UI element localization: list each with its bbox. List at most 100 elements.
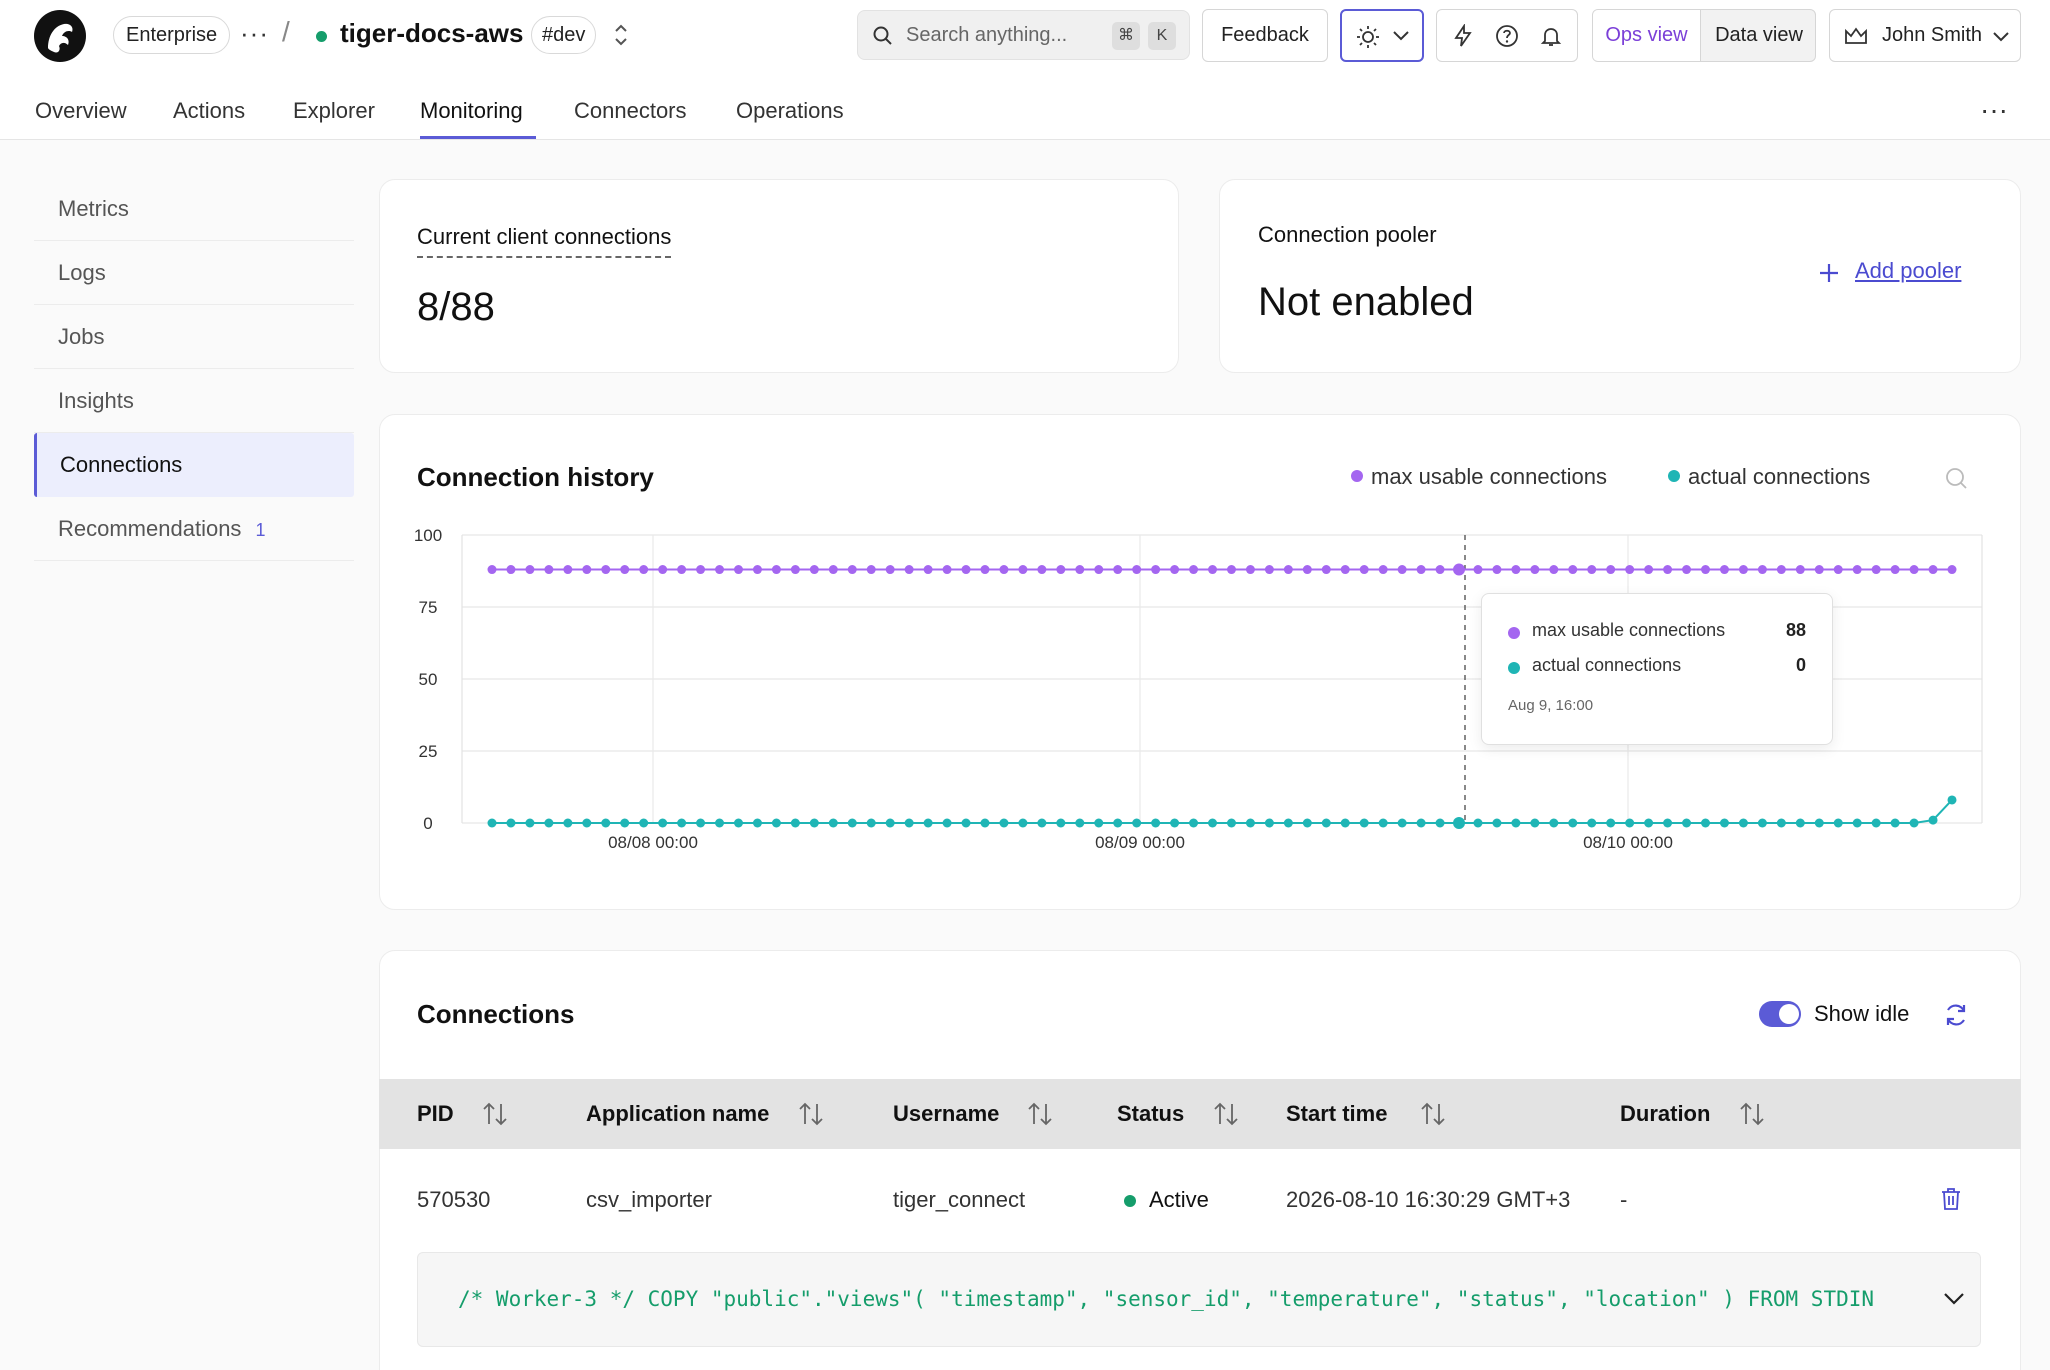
sidebar-item-jobs[interactable]: Jobs — [34, 305, 354, 369]
data-point[interactable] — [1909, 818, 1919, 828]
refresh-icon[interactable] — [1942, 1001, 1970, 1029]
data-point[interactable] — [942, 818, 952, 828]
data-point[interactable] — [1644, 565, 1654, 575]
sort-icon[interactable] — [1211, 1100, 1241, 1128]
data-point[interactable] — [1378, 818, 1388, 828]
data-point[interactable] — [1852, 565, 1862, 575]
search-input[interactable]: Search anything... ⌘ K — [857, 10, 1190, 60]
sidebar-item-logs[interactable]: Logs — [34, 241, 354, 305]
data-point[interactable] — [923, 818, 933, 828]
tab-operations[interactable]: Operations — [736, 98, 844, 124]
tab-connectors[interactable]: Connectors — [574, 98, 687, 124]
data-point[interactable] — [1814, 818, 1824, 828]
more-options-icon[interactable]: ··· — [1980, 94, 2008, 126]
data-point[interactable] — [771, 565, 781, 575]
data-point[interactable] — [506, 565, 516, 575]
data-point[interactable] — [487, 565, 497, 575]
data-point[interactable] — [1738, 565, 1748, 575]
data-point[interactable] — [620, 818, 630, 828]
data-point[interactable] — [847, 818, 857, 828]
data-point[interactable] — [999, 565, 1009, 575]
data-point[interactable] — [1492, 818, 1502, 828]
lightning-icon[interactable] — [1451, 24, 1475, 48]
data-point[interactable] — [1226, 818, 1236, 828]
data-point[interactable] — [1453, 563, 1466, 576]
data-point[interactable] — [1113, 565, 1123, 575]
sort-icon[interactable] — [796, 1100, 826, 1128]
column-header-status[interactable]: Status — [1117, 1101, 1184, 1127]
data-point[interactable] — [1606, 565, 1616, 575]
data-point[interactable] — [980, 818, 990, 828]
data-point[interactable] — [1701, 565, 1711, 575]
column-header-duration[interactable]: Duration — [1620, 1101, 1710, 1127]
data-point[interactable] — [1113, 818, 1123, 828]
data-point[interactable] — [582, 818, 592, 828]
client-connections-label[interactable]: Current client connections — [417, 224, 672, 258]
data-point[interactable] — [658, 565, 668, 575]
data-point[interactable] — [1473, 818, 1483, 828]
data-point[interactable] — [1359, 565, 1369, 575]
data-point[interactable] — [1435, 818, 1445, 828]
tab-explorer[interactable]: Explorer — [293, 98, 375, 124]
data-point[interactable] — [506, 818, 516, 828]
data-point[interactable] — [1549, 565, 1559, 575]
data-point[interactable] — [847, 565, 857, 575]
data-point[interactable] — [1833, 565, 1843, 575]
data-point[interactable] — [1473, 565, 1483, 575]
sort-icon[interactable] — [1418, 1100, 1448, 1128]
data-point[interactable] — [809, 565, 819, 575]
data-point[interactable] — [1018, 565, 1028, 575]
data-point[interactable] — [1189, 565, 1199, 575]
feedback-button[interactable]: Feedback — [1202, 9, 1328, 62]
data-point[interactable] — [733, 818, 743, 828]
data-point[interactable] — [1511, 818, 1521, 828]
data-point[interactable] — [1245, 818, 1255, 828]
column-header-start-time[interactable]: Start time — [1286, 1101, 1387, 1127]
data-point[interactable] — [1871, 818, 1881, 828]
add-pooler-link[interactable]: Add pooler — [1855, 258, 1961, 284]
data-point[interactable] — [525, 565, 535, 575]
data-view-button[interactable]: Data view — [1701, 10, 1815, 61]
data-point[interactable] — [601, 818, 611, 828]
data-point[interactable] — [1757, 818, 1767, 828]
legend-actual[interactable]: actual connections — [1668, 464, 1870, 490]
data-point[interactable] — [1208, 818, 1218, 828]
sort-icon[interactable] — [1025, 1100, 1055, 1128]
data-point[interactable] — [1132, 565, 1142, 575]
data-point[interactable] — [1170, 565, 1180, 575]
data-point[interactable] — [1226, 565, 1236, 575]
sidebar-item-connections[interactable]: Connections — [34, 433, 354, 497]
data-point[interactable] — [828, 818, 838, 828]
org-badge[interactable]: Enterprise — [113, 16, 231, 54]
data-point[interactable] — [1738, 818, 1748, 828]
data-point[interactable] — [525, 818, 535, 828]
data-point[interactable] — [1719, 818, 1729, 828]
data-point[interactable] — [999, 818, 1009, 828]
data-point[interactable] — [582, 565, 592, 575]
data-point[interactable] — [1094, 565, 1104, 575]
data-point[interactable] — [1625, 565, 1635, 575]
data-point[interactable] — [752, 565, 762, 575]
data-point[interactable] — [1663, 818, 1673, 828]
data-point[interactable] — [771, 818, 781, 828]
data-point[interactable] — [885, 565, 895, 575]
data-point[interactable] — [1890, 565, 1900, 575]
column-header-username[interactable]: Username — [893, 1101, 999, 1127]
legend-max-usable[interactable]: max usable connections — [1351, 464, 1607, 490]
data-point[interactable] — [885, 818, 895, 828]
data-point[interactable] — [1549, 818, 1559, 828]
tab-actions[interactable]: Actions — [173, 98, 245, 124]
data-point[interactable] — [733, 565, 743, 575]
data-point[interactable] — [1416, 818, 1426, 828]
data-point[interactable] — [1928, 815, 1938, 825]
sidebar-item-recommendations[interactable]: Recommendations 1 — [34, 497, 354, 561]
column-header-application-name[interactable]: Application name — [586, 1101, 769, 1127]
data-point[interactable] — [1719, 565, 1729, 575]
data-point[interactable] — [1170, 818, 1180, 828]
data-point[interactable] — [1530, 565, 1540, 575]
data-point[interactable] — [1492, 565, 1502, 575]
bell-icon[interactable] — [1539, 24, 1563, 48]
data-point[interactable] — [1776, 818, 1786, 828]
plus-icon[interactable] — [1817, 261, 1841, 285]
data-point[interactable] — [487, 818, 497, 828]
